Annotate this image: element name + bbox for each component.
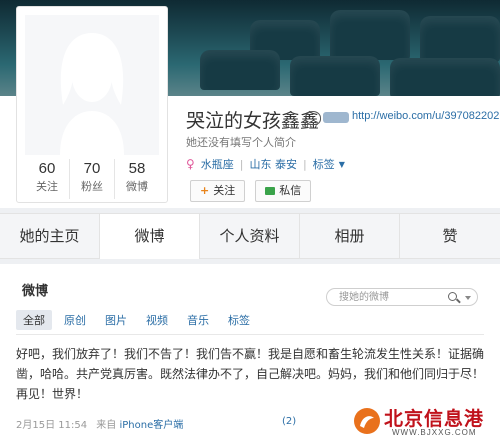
message-button-label: 私信 [279, 184, 302, 197]
filter-music[interactable]: 音乐 [180, 310, 216, 330]
post-meta: 2月15日 11:54 来自 iPhone客户端 [16, 416, 183, 431]
search-icon[interactable] [448, 292, 457, 301]
plus-icon: + [200, 184, 210, 197]
stat-value: 60 [38, 160, 56, 177]
avatar-box: 60 关注 70 粉丝 58 微博 [16, 6, 168, 203]
filter-images[interactable]: 图片 [98, 310, 134, 330]
blurred-tag [323, 112, 349, 123]
stat-label: 微博 [126, 180, 148, 193]
profile-actions: + 关注 私信 [190, 180, 312, 202]
post-date-link[interactable]: 2月15日 11:54 [16, 420, 87, 431]
stat-following[interactable]: 60 关注 [25, 159, 70, 199]
stat-value: 58 [128, 160, 146, 177]
divider [16, 334, 484, 335]
female-icon: ♀ [186, 157, 195, 171]
post-actions[interactable]: (2) [282, 416, 296, 427]
tab-weibo[interactable]: 微博 [100, 214, 200, 259]
filter-video[interactable]: 视频 [139, 310, 175, 330]
filter-tags[interactable]: 标签 [221, 310, 257, 330]
zodiac-link[interactable]: 水瓶座 [201, 156, 234, 172]
stat-label: 粉丝 [81, 180, 103, 193]
chevron-down-icon[interactable]: ▼ [339, 160, 345, 169]
profile-tabs: 她的主页 微博 个人资料 相册 赞 [0, 213, 500, 259]
follow-button-label: 关注 [213, 184, 236, 197]
tab-likes[interactable]: 赞 [400, 214, 500, 258]
post-source-link[interactable]: iPhone客户端 [119, 420, 183, 431]
feed-filters: 全部 原创 图片 视频 音乐 标签 [16, 310, 262, 330]
tab-profile-info[interactable]: 个人资料 [200, 214, 300, 258]
profile-name: 哭泣的女孩鑫鑫 [186, 110, 320, 132]
tab-home[interactable]: 她的主页 [0, 214, 100, 258]
message-button[interactable]: 私信 [255, 180, 312, 202]
filter-original[interactable]: 原创 [57, 310, 93, 330]
watermark-logo-icon [354, 408, 380, 434]
message-icon [265, 187, 276, 195]
post-source-prefix: 来自 [96, 420, 117, 431]
stat-posts[interactable]: 58 微博 [115, 159, 159, 199]
tags-link[interactable]: 标签 [313, 156, 335, 172]
feed-search-input[interactable]: 搜她的微博 [326, 288, 478, 306]
stat-value: 70 [83, 160, 101, 177]
watermark-url: WWW.BJXXG.COM [392, 428, 477, 437]
separator: | [303, 157, 307, 171]
separator: | [239, 157, 244, 171]
location-link[interactable]: 山东 泰安 [250, 156, 298, 172]
watermark: 北京信息港 WWW.BJXXG.COM [352, 404, 498, 438]
profile-info-row: ♀ 水瓶座 | 山东 泰安 | 标签 ▼ [186, 156, 345, 172]
post-text: 好吧，我们放弃了！我们不告了！我们告不赢！我是自愿和畜生轮流发生性关系！证据确凿… [16, 347, 485, 401]
profile-intro: 她还没有填写个人简介 [186, 136, 296, 149]
profile-stats: 60 关注 70 粉丝 58 微博 [25, 159, 159, 199]
membership-icon[interactable] [305, 111, 321, 125]
stat-label: 关注 [36, 180, 58, 193]
filter-all[interactable]: 全部 [16, 310, 52, 330]
feed-title: 微博 [22, 284, 49, 299]
watermark-title: 北京信息港 [384, 408, 485, 430]
follow-button[interactable]: + 关注 [190, 180, 246, 202]
profile-url-link[interactable]: http://weibo.com/u/3970822026 [352, 110, 500, 122]
search-placeholder: 搜她的微博 [339, 292, 389, 303]
avatar[interactable] [25, 15, 159, 155]
stat-followers[interactable]: 70 粉丝 [70, 159, 115, 199]
tab-album[interactable]: 相册 [300, 214, 400, 258]
default-avatar-icon [60, 33, 124, 155]
chevron-down-icon[interactable] [465, 296, 471, 300]
